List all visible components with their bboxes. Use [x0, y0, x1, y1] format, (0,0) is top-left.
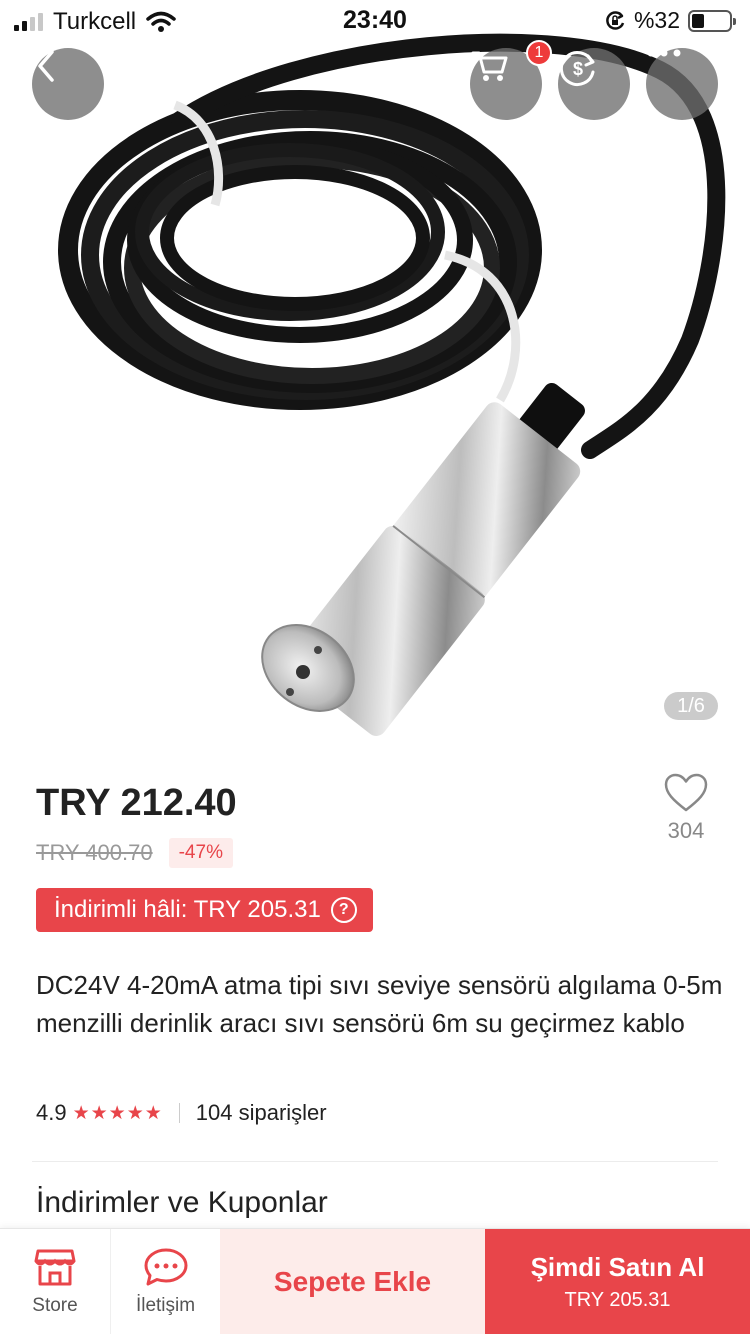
discounted-price-banner[interactable]: İndirimli hâli: TRY 205.31 ? [36, 888, 373, 932]
divider [32, 1161, 718, 1162]
current-price: TRY 212.40 [36, 782, 237, 824]
product-image-gallery[interactable]: 1 $ 1/6 [0, 0, 750, 745]
chat-icon [144, 1248, 187, 1285]
wishlist-count: 304 [667, 818, 705, 843]
old-price-row: TRY 400.70 -47% [36, 838, 233, 868]
discount-badge: -47% [168, 838, 233, 868]
product-title: DC24V 4-20mA atma tipi sıvı seviye sensö… [36, 970, 723, 1038]
battery-percent: %32 [633, 7, 680, 33]
back-icon [38, 50, 54, 82]
currency-button[interactable]: $ [558, 48, 630, 120]
rating-separator [178, 1103, 180, 1123]
currency-icon: $ [559, 51, 595, 86]
buy-now-button[interactable]: Şimdi Satın Al TRY 205.31 [485, 1229, 750, 1334]
cart-button[interactable]: 1 [470, 40, 552, 120]
more-icon [647, 49, 681, 57]
store-button[interactable]: Store [0, 1229, 110, 1334]
battery-level [692, 13, 704, 28]
heart-icon [664, 773, 708, 812]
coupons-section-title[interactable]: İndirimler ve Kuponlar [36, 1186, 328, 1220]
promo-label: İndirimli hâli: TRY 205.31 [54, 896, 321, 923]
product-page: 1 $ 1/6 Turkcell 23:40 %32 TRY 212.40 TR… [0, 0, 750, 1334]
back-button[interactable] [32, 48, 104, 120]
rating-stars: ★★★★★ [72, 1102, 163, 1124]
contact-label: İletişim [135, 1294, 196, 1316]
orders-count: 104 siparişler [195, 1100, 327, 1125]
status-bar: Turkcell 23:40 %32 [0, 0, 750, 40]
bottom-action-bar: Store İletişim Sepete Ekle Şimdi Satın A… [0, 1228, 750, 1334]
image-counter: 1/6 [664, 692, 718, 720]
cart-icon [471, 51, 508, 81]
store-icon [34, 1249, 76, 1285]
contact-button[interactable]: İletişim [110, 1229, 220, 1334]
store-label: Store [32, 1294, 78, 1316]
more-button[interactable] [646, 48, 718, 120]
product-image [58, 33, 726, 736]
add-to-cart-button[interactable]: Sepete Ekle [220, 1229, 485, 1334]
svg-text:$: $ [573, 59, 583, 79]
battery-icon [688, 9, 736, 32]
cart-badge: 1 [526, 40, 552, 66]
rating-value: 4.9 [36, 1100, 67, 1125]
status-right: %32 [604, 7, 736, 34]
buy-now-price: TRY 205.31 [564, 1288, 671, 1311]
help-icon[interactable]: ? [330, 897, 357, 923]
original-price: TRY 400.70 [36, 840, 153, 865]
orientation-lock-icon [606, 10, 625, 30]
buy-now-label: Şimdi Satın Al [530, 1251, 705, 1282]
wishlist-button[interactable]: 304 [658, 772, 714, 844]
rating-row[interactable]: 4.9 ★★★★★ 104 siparişler [36, 1100, 327, 1126]
